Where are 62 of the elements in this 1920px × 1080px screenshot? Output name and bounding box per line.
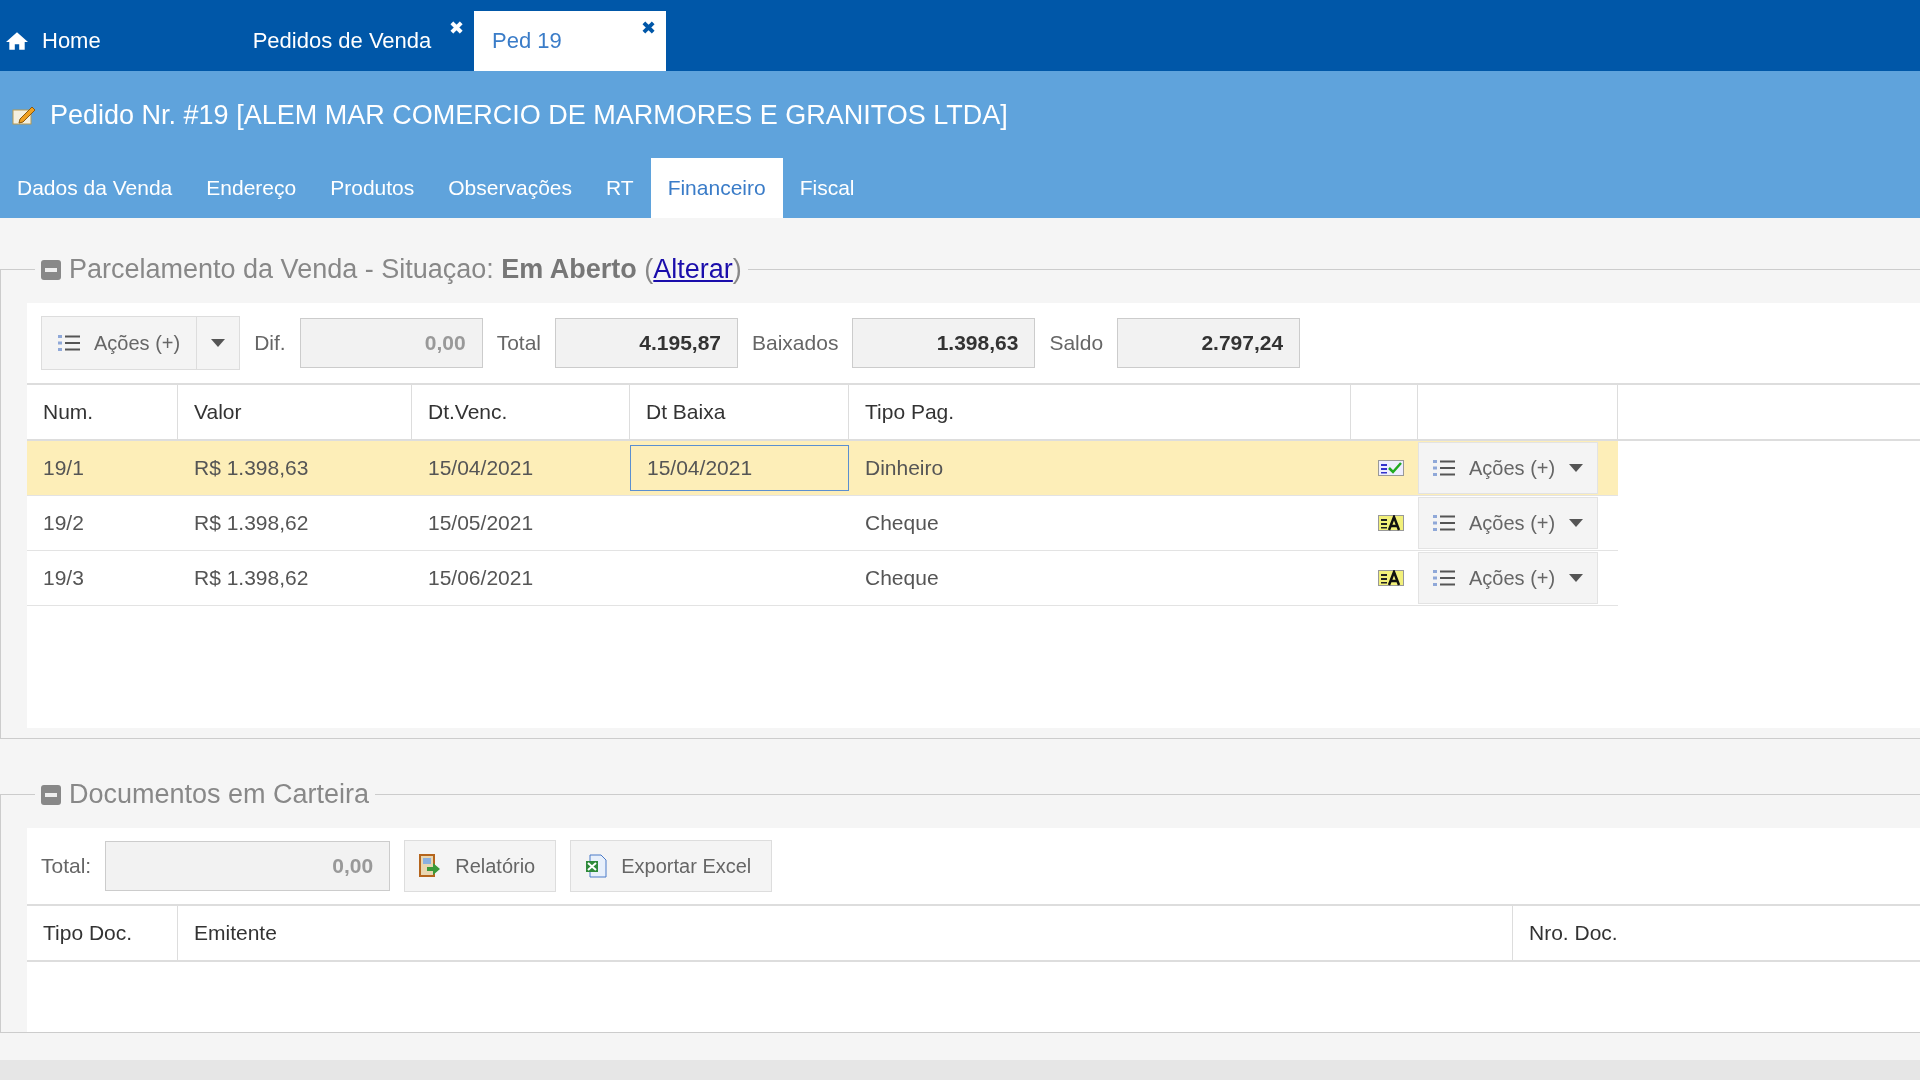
caret-icon	[211, 339, 226, 347]
table-cell: Cheque	[865, 566, 939, 590]
list-icon	[1433, 514, 1455, 532]
table-cell: 19/3	[43, 566, 84, 590]
collapse-icon[interactable]	[41, 259, 61, 280]
report-icon	[419, 854, 442, 878]
table-cell: Cheque	[865, 511, 939, 535]
column-header: Tipo Doc.	[27, 906, 178, 960]
window-title: Pedido Nr. #19 [ALEM MAR COMERCIO DE MARMORES E GRANITOS LTDA]	[50, 99, 1008, 131]
list-icon	[1433, 569, 1455, 587]
actions-button[interactable]: Ações (+)	[41, 316, 241, 370]
column-header: Valor	[178, 385, 412, 439]
edit-note-icon	[12, 104, 36, 126]
page-tab[interactable]: Home	[0, 11, 210, 71]
field-label: Total:	[41, 854, 92, 878]
page-tab[interactable]: Ped 19 ✖	[474, 11, 666, 71]
table-cell: R$ 1.398,62	[194, 511, 309, 535]
table-cell: R$ 1.398,62	[194, 566, 309, 590]
table-cell: R$ 1.398,63	[194, 456, 309, 480]
export-button[interactable]: Exportar Excel	[570, 840, 773, 892]
actions-button[interactable]: Ações (+)	[1418, 497, 1599, 549]
table-cell: 15/06/2021	[428, 566, 534, 590]
column-header: Nro. Doc.	[1528, 920, 1619, 946]
column-header: Num.	[27, 385, 178, 439]
table-cell: 15/05/2021	[428, 511, 534, 535]
spreadsheet-icon	[585, 854, 608, 878]
caret-icon	[1569, 519, 1584, 527]
table-cell: Dinheiro	[865, 456, 944, 480]
column-header: Emitente	[178, 906, 1513, 960]
amount-field[interactable]: 2.797,24	[1117, 318, 1301, 368]
list-icon	[58, 334, 80, 352]
section-title: Documentos em Carteira	[69, 779, 370, 810]
report-button[interactable]: Relatório	[404, 840, 557, 892]
list-icon	[1433, 459, 1455, 477]
field-label: Baixados	[752, 331, 839, 355]
date-field[interactable]: 15/04/2021	[630, 445, 849, 491]
table-cell: 15/04/2021	[428, 456, 534, 480]
field-label: Total	[496, 331, 541, 355]
amount-field[interactable]: 4.195,87	[555, 318, 738, 368]
actions-button[interactable]: Ações (+)	[1418, 442, 1599, 494]
amount-field[interactable]: 1.398,63	[852, 318, 1036, 368]
table-cell: 19/1	[43, 456, 84, 480]
actions-button[interactable]: Ações (+)	[1418, 552, 1599, 604]
table-row[interactable]: 19/2 R$ 1.398,62 15/05/2021 Cheque Ações (+)	[27, 496, 1618, 551]
table-row[interactable]: 19/3 R$ 1.398,62 15/06/2021 Cheque Ações (+)	[27, 551, 1618, 606]
caret-icon	[1569, 574, 1584, 582]
alterar-link[interactable]: Alterar	[653, 254, 733, 284]
column-header: Dt Baixa	[630, 385, 849, 439]
page-tab[interactable]: Pedidos de Venda ✖	[210, 11, 474, 71]
tab[interactable]: Financeiro	[650, 158, 783, 218]
caret-icon	[1569, 464, 1584, 472]
field-label: Saldo	[1049, 331, 1104, 355]
close-icon[interactable]: ✖	[641, 17, 656, 39]
column-header: Tipo Pag.	[849, 385, 1351, 439]
collapse-icon[interactable]	[41, 784, 61, 805]
home-icon	[6, 31, 28, 51]
column-header: Dt.Venc.	[412, 385, 630, 439]
field-label: Dif.	[254, 331, 286, 355]
section-title: Parcelamento da Venda - Situaçao: Em Aberto (Alterar)	[69, 254, 742, 285]
table-cell: 19/2	[43, 511, 84, 535]
table-row[interactable]: 19/1 R$ 1.398,63 15/04/2021 15/04/2021 Dinheiro Ações (+)	[27, 441, 1618, 496]
close-icon[interactable]: ✖	[449, 17, 464, 39]
